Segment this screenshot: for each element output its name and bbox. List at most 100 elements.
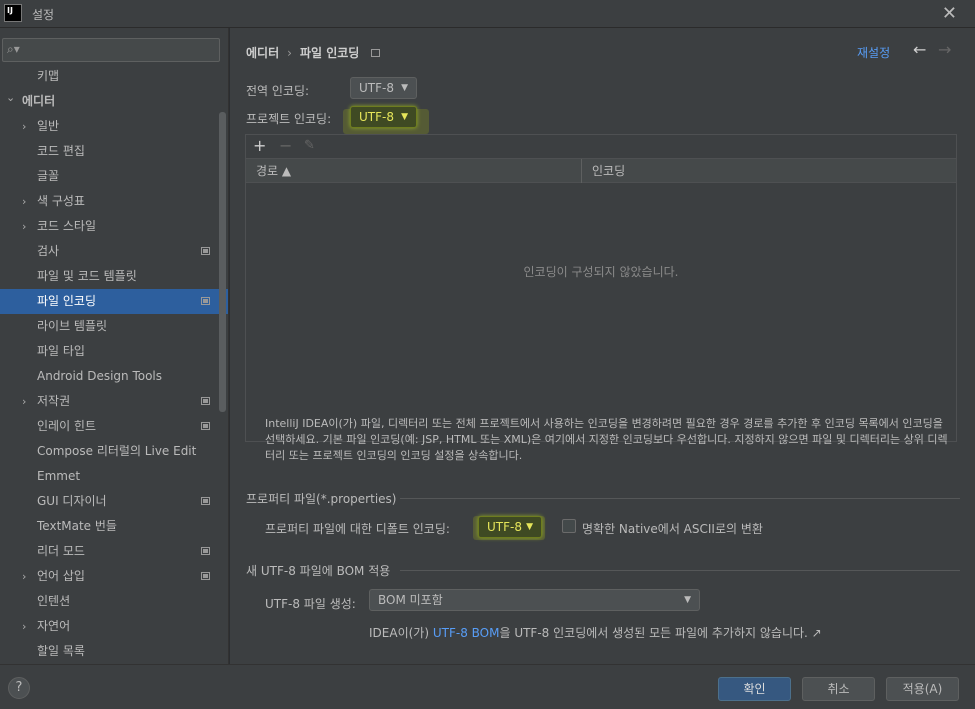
close-icon[interactable]: ✕ <box>942 3 957 24</box>
project-scope-icon <box>201 247 210 255</box>
add-icon[interactable]: + <box>253 136 266 155</box>
project-encoding-combo[interactable]: UTF-8 ▼ <box>350 106 417 128</box>
sidebar-item-label: 일반 <box>37 119 60 133</box>
project-scope-icon <box>201 572 210 580</box>
chevron-right-icon[interactable]: › <box>22 114 26 139</box>
column-path[interactable]: 경로 ▲ <box>246 159 581 183</box>
project-encoding-value: UTF-8 <box>359 110 394 124</box>
breadcrumb: 에디터 › 파일 인코딩 <box>246 44 381 61</box>
sidebar-item[interactable]: 리더 모드 <box>0 539 228 564</box>
sidebar-item[interactable]: › 코드 스타일 <box>0 214 228 239</box>
breadcrumb-parent[interactable]: 에디터 <box>246 46 279 60</box>
project-scope-icon <box>371 49 381 57</box>
bom-note-suffix: 을 UTF-8 인코딩에서 생성된 모든 파일에 추가하지 않습니다. ↗ <box>499 626 822 640</box>
sidebar-item[interactable]: › 자연어 <box>0 614 228 639</box>
bom-note: IDEA이(가) UTF-8 BOM을 UTF-8 인코딩에서 생성된 모든 파… <box>369 624 822 641</box>
properties-encoding-combo[interactable]: UTF-8 ▼ <box>478 516 542 538</box>
column-encoding[interactable]: 인코딩 <box>582 159 956 183</box>
sidebar-item[interactable]: 파일 타입 <box>0 339 228 364</box>
sidebar-item[interactable]: Emmet <box>0 464 228 489</box>
sidebar-item[interactable]: ⌄ 에디터 <box>0 89 228 114</box>
chevron-right-icon[interactable]: › <box>22 389 26 414</box>
chevron-right-icon[interactable]: › <box>22 564 26 589</box>
project-scope-icon <box>201 297 210 305</box>
sidebar-item[interactable]: 인텐션 <box>0 589 228 614</box>
project-scope-icon <box>201 547 210 555</box>
section-divider <box>400 570 960 571</box>
sidebar-item[interactable]: 키맵 <box>0 64 228 89</box>
sidebar-item[interactable]: › 일반 <box>0 114 228 139</box>
project-scope-icon <box>201 497 210 505</box>
sidebar-item[interactable]: TextMate 번들 <box>0 514 228 539</box>
sidebar-item[interactable]: › 저작권 <box>0 389 228 414</box>
chevron-down-icon: ▼ <box>401 112 408 122</box>
sidebar-item[interactable]: 파일 인코딩 <box>0 289 228 314</box>
project-scope-icon <box>201 422 210 430</box>
title-bar: IJ 설정 ✕ <box>0 0 975 28</box>
bom-create-value: BOM 미포함 <box>378 593 443 607</box>
bom-create-combo[interactable]: BOM 미포함 ▼ <box>369 589 700 611</box>
sidebar-item[interactable]: 검사 <box>0 239 228 264</box>
search-icon: ⌕▾ <box>7 42 20 56</box>
chevron-right-icon[interactable]: › <box>22 189 26 214</box>
cancel-button[interactable]: 취소 <box>802 677 875 701</box>
apply-button[interactable]: 적용(A) <box>886 677 959 701</box>
sidebar-item[interactable]: 인레이 힌트 <box>0 414 228 439</box>
sidebar-item[interactable]: Android Design Tools <box>0 364 228 389</box>
breadcrumb-separator: › <box>287 46 292 60</box>
back-arrow-icon[interactable]: ← <box>913 40 926 59</box>
global-encoding-combo[interactable]: UTF-8 ▼ <box>350 77 417 99</box>
chevron-right-icon[interactable]: › <box>22 614 26 639</box>
sidebar-item-label: 라이브 템플릿 <box>37 319 108 333</box>
help-icon[interactable]: ? <box>8 677 30 699</box>
sidebar-item[interactable]: 글꼴 <box>0 164 228 189</box>
table-header: 경로 ▲ 인코딩 <box>246 159 956 183</box>
sidebar-item-label: 인레이 힌트 <box>37 419 97 433</box>
ok-button[interactable]: 확인 <box>718 677 791 701</box>
native-to-ascii-label[interactable]: 명확한 Native에서 ASCII로의 변환 <box>582 520 763 537</box>
empty-table-message: 인코딩이 구성되지 않았습니다. <box>523 265 679 279</box>
utf8-bom-link[interactable]: UTF-8 BOM <box>433 626 500 640</box>
sidebar-item[interactable]: 파일 및 코드 템플릿 <box>0 264 228 289</box>
sidebar-item[interactable]: 라이브 템플릿 <box>0 314 228 339</box>
sidebar-item-label: 저작권 <box>37 394 71 408</box>
chevron-down-icon[interactable]: ⌄ <box>6 85 15 110</box>
project-scope-icon <box>201 397 210 405</box>
sidebar-item[interactable]: Compose 리터럴의 Live Edit <box>0 439 228 464</box>
chevron-right-icon[interactable]: › <box>22 214 26 239</box>
properties-section-title: 프로퍼티 파일(*.properties) <box>246 492 397 506</box>
description-text: IntelliJ IDEA이(가) 파일, 디렉터리 또는 전체 프로젝트에서 … <box>265 417 948 462</box>
bom-create-label: UTF-8 파일 생성: <box>265 597 356 611</box>
chevron-down-icon: ▼ <box>401 83 408 93</box>
main-panel: 에디터 › 파일 인코딩 재설정 ← → 전역 인코딩: UTF-8 ▼ 프로젝트 인… <box>230 28 975 664</box>
sidebar-item-label: 파일 인코딩 <box>37 294 97 308</box>
sidebar-item[interactable]: GUI 디자이너 <box>0 489 228 514</box>
chevron-down-icon: ▼ <box>684 595 691 605</box>
table-toolbar: + − ✎ <box>246 135 956 159</box>
sidebar-item-label: GUI 디자이너 <box>37 494 107 508</box>
sidebar-item-label: Compose 리터럴의 Live Edit <box>37 444 197 458</box>
sidebar-item-label: 코드 스타일 <box>37 219 97 233</box>
reset-link[interactable]: 재설정 <box>857 44 890 61</box>
sidebar-item[interactable]: 할일 목록 <box>0 639 228 664</box>
sidebar-item-label: 에디터 <box>22 94 56 108</box>
breadcrumb-current: 파일 인코딩 <box>299 46 360 60</box>
sidebar-item-label: 키맵 <box>37 69 60 83</box>
global-encoding-label: 전역 인코딩: <box>246 84 310 98</box>
bom-section-title: 새 UTF-8 파일에 BOM 적용 <box>246 564 391 578</box>
sidebar-item[interactable]: › 언어 삽입 <box>0 564 228 589</box>
sidebar-item-label: TextMate 번들 <box>37 519 117 533</box>
dialog-footer: ? 확인 취소 적용(A) <box>0 664 975 709</box>
encoding-mapping-table: + − ✎ 경로 ▲ 인코딩 인코딩이 구성되지 않았습니다. <box>245 134 957 442</box>
sidebar-item[interactable]: 코드 편집 <box>0 139 228 164</box>
chevron-down-icon: ▼ <box>526 522 533 532</box>
sidebar-item[interactable]: › 색 구성표 <box>0 189 228 214</box>
window-title: 설정 <box>32 8 55 22</box>
search-input[interactable]: ⌕▾ <box>2 38 220 62</box>
edit-icon: ✎ <box>304 138 315 153</box>
properties-default-encoding-label: 프로퍼티 파일에 대한 디폴트 인코딩: <box>265 522 450 536</box>
sidebar-item-label: 할일 목록 <box>37 644 85 658</box>
sidebar-scrollbar[interactable] <box>219 112 226 412</box>
native-to-ascii-checkbox[interactable] <box>562 519 576 533</box>
sidebar-item-label: 파일 및 코드 템플릿 <box>37 269 137 283</box>
